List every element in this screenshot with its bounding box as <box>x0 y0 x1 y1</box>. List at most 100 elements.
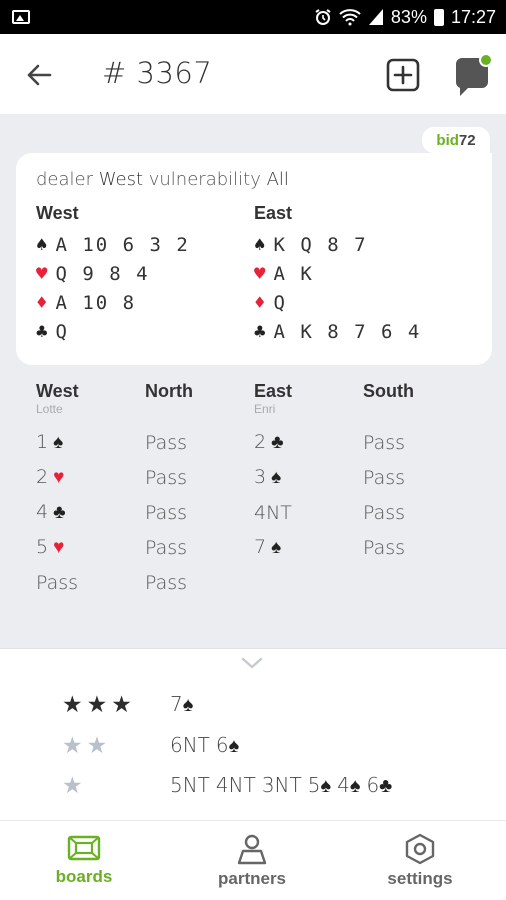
club-icon: ♣ <box>254 320 268 343</box>
clubs-holding: ♣ A K 8 7 6 4 <box>254 320 422 343</box>
bid-cell: Pass <box>145 467 254 489</box>
wifi-icon <box>339 9 361 26</box>
bid-text: Pass <box>363 466 406 489</box>
bid-text: Pass <box>363 431 406 454</box>
star-icon: ★ <box>62 690 83 717</box>
star-icon: ★ <box>62 731 83 758</box>
bid-level: 4 <box>36 501 49 523</box>
star-icon: ★ <box>111 690 132 717</box>
contract: 5NT <box>170 772 210 797</box>
bid-text: Pass <box>145 466 188 489</box>
auction-table: West Lotte North East Enri South 1 ♠ Pass 2 ♣ P… <box>36 381 476 594</box>
west-hand: West ♠ A 10 6 3 2 ♥ Q 9 8 4 ♦ A 10 8 ♣ Q <box>36 203 190 346</box>
bid-level: 2 <box>254 431 267 453</box>
contract-list: 7♠ <box>170 692 193 717</box>
hearts-holding: ♥ A K <box>254 262 314 285</box>
club-icon: ♣ <box>36 320 50 343</box>
contract-level: 6 <box>215 732 229 757</box>
bid-cell: Pass <box>36 572 145 594</box>
bid-cell: 5 ♥ <box>36 536 145 559</box>
club-icon: ♣ <box>53 501 66 523</box>
rating-row: ★ 5NT 4NT 3NT 5♠ 4♠ 6♣ <box>62 765 392 805</box>
nav-label: boards <box>55 867 113 886</box>
bid-cell: 3 ♠ <box>254 466 363 489</box>
brand-badge: bid 72 <box>422 127 490 153</box>
spade-icon: ♠ <box>53 431 64 453</box>
app-bar: # 3367 <box>0 34 506 114</box>
player-south: South <box>363 381 414 401</box>
heart-icon: ♥ <box>254 262 268 285</box>
chat-bubble-icon[interactable] <box>452 54 492 98</box>
chevron-down-icon[interactable] <box>241 656 263 670</box>
bid-text: 4NT <box>254 501 292 524</box>
gear-icon <box>405 833 435 865</box>
nav-label: settings <box>387 869 453 888</box>
bid-cell: 4NT <box>254 502 363 524</box>
clock: 17:27 <box>450 6 496 27</box>
spade-icon: ♠ <box>228 732 240 757</box>
contract-level: 7 <box>170 691 183 716</box>
spades-holding: ♠ K Q 8 7 <box>254 233 368 256</box>
contract-list: 5NT 4NT 3NT 5♠ 4♠ 6♣ <box>170 773 392 798</box>
auction-header: West Lotte North East Enri South <box>36 381 476 416</box>
bottom-nav: boards partners settings <box>0 820 506 900</box>
bid-cell: Pass <box>363 432 472 454</box>
diamond-icon: ♦ <box>254 291 268 314</box>
contract: 4♠ <box>337 773 360 798</box>
contract: 3NT <box>261 772 302 797</box>
bid-level: 3 <box>254 466 267 488</box>
boards-icon <box>67 835 101 861</box>
spades-holding: ♠ A 10 6 3 2 <box>36 233 190 256</box>
bid-cell: 7 ♠ <box>254 536 363 559</box>
bid-level: 1 <box>36 431 49 453</box>
bid-cell: 4 ♣ <box>36 501 145 524</box>
club-icon: ♣ <box>379 772 393 797</box>
contract: 6♣ <box>366 773 392 798</box>
bid-cell: Pass <box>363 502 472 524</box>
star-rating: ★ ★ <box>62 732 170 759</box>
clubs-holding: ♣ Q <box>36 320 69 343</box>
bid-text: Pass <box>36 571 79 594</box>
contract-list: 6NT 6♠ <box>170 733 239 758</box>
status-bar: 83% 17:27 <box>0 0 506 34</box>
spade-icon: ♠ <box>320 772 332 797</box>
spade-icon: ♠ <box>254 233 268 256</box>
hand-name: West <box>36 203 79 223</box>
player-west: West Lotte <box>36 381 79 416</box>
bid-text: Pass <box>145 431 188 454</box>
bid-cell: 2 ♥ <box>36 466 145 489</box>
bid-text: Pass <box>363 536 406 559</box>
star-icon: ★ <box>62 771 83 798</box>
bid-cell: Pass <box>145 537 254 559</box>
contract: 6NT <box>170 732 210 757</box>
signal-icon <box>368 9 383 25</box>
dealer-value: West <box>98 169 144 190</box>
bid-row: Pass Pass <box>36 565 476 600</box>
arrow-left-icon[interactable] <box>24 60 54 90</box>
contract: 7♠ <box>170 692 193 717</box>
rating-row: ★ ★ 6NT 6♠ <box>62 725 239 765</box>
contract-level: 6 <box>366 772 380 797</box>
nav-boards[interactable]: boards <box>0 821 168 900</box>
person-icon <box>237 834 267 865</box>
heart-icon: ♥ <box>53 536 65 558</box>
star-icon: ★ <box>86 690 108 717</box>
hand-name: East <box>254 203 293 223</box>
bid-cell: Pass <box>145 432 254 454</box>
east-hand: East ♠ K Q 8 7 ♥ A K ♦ Q ♣ A K 8 7 6 4 <box>254 203 421 346</box>
battery-percent: 83% <box>390 6 427 27</box>
image-icon <box>12 10 30 24</box>
bid-text: Pass <box>145 536 188 559</box>
nav-label: partners <box>217 869 287 888</box>
bid-cell: 1 ♠ <box>36 431 145 454</box>
nav-partners[interactable]: partners <box>168 821 336 900</box>
bid-row: 5 ♥ Pass 7 ♠ Pass <box>36 530 476 565</box>
plus-square-icon[interactable] <box>386 58 420 92</box>
bid-cell: 2 ♣ <box>254 431 363 454</box>
page-title: # 3367 <box>102 56 213 90</box>
spade-icon: ♠ <box>182 691 194 716</box>
nav-settings[interactable]: settings <box>336 821 504 900</box>
vulnerability-value: All <box>266 169 289 190</box>
contract: 6♠ <box>216 733 239 758</box>
auction-bids: 1 ♠ Pass 2 ♣ Pass 2 ♥ Pass 3 ♠ Pass 4 ♣ Pass 4NT Pass 5 ♥ P… <box>36 425 476 600</box>
